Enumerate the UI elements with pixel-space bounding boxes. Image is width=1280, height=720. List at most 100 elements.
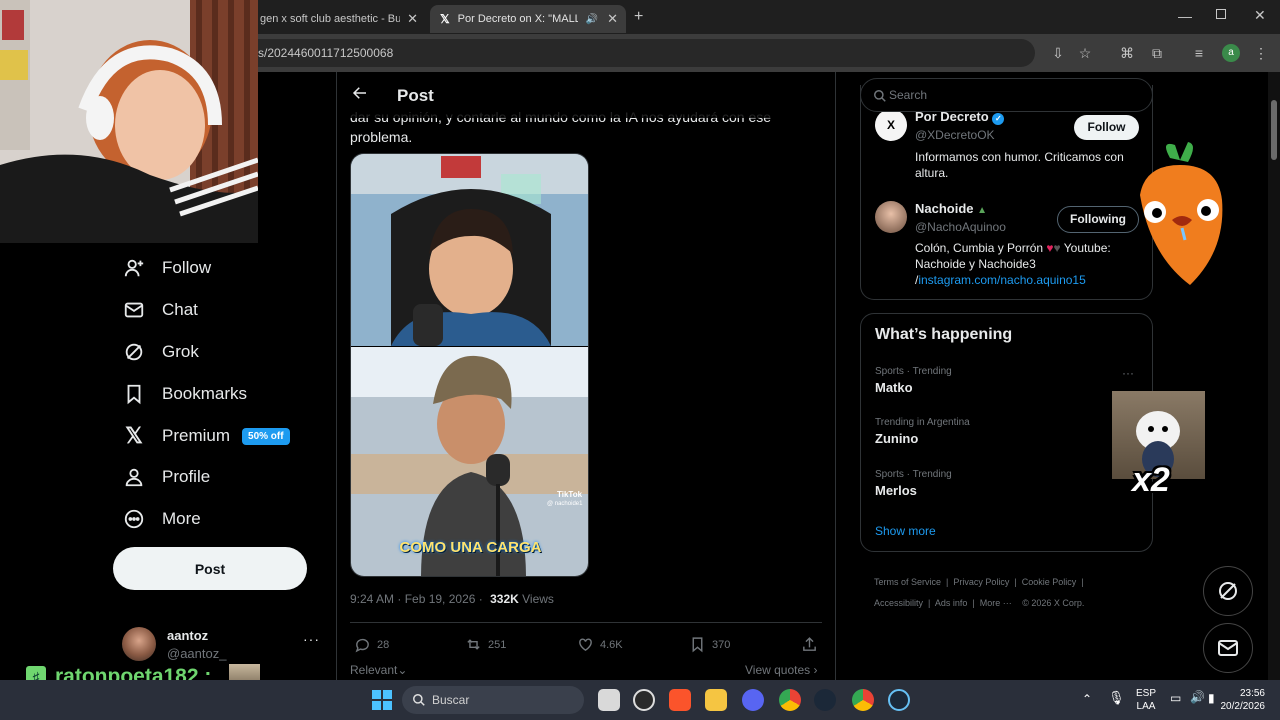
replies-sort-dropdown[interactable]: Relevant⌄ (350, 663, 407, 677)
show-more-link[interactable]: Show more (875, 524, 936, 538)
discord-icon[interactable] (742, 689, 764, 711)
file-explorer-icon[interactable] (598, 689, 620, 711)
network-icon[interactable]: ▭ (1170, 691, 1181, 705)
tab-close-icon[interactable]: ✕ (407, 11, 418, 27)
trend-item[interactable]: Sports · Trending Merlos (875, 469, 1140, 498)
start-menu-icon[interactable] (372, 690, 392, 710)
footer-separator: | (967, 598, 980, 608)
bio-text: Colón, Cumbia y Porrón (915, 241, 1044, 255)
post-video[interactable]: COMO UNA CARGA TikTok @ nachoide1 (350, 153, 589, 577)
footer-link[interactable]: Ads info (935, 598, 968, 608)
search-icon (413, 694, 425, 706)
translate-icon[interactable]: ⌘ (1118, 44, 1136, 62)
post-timestamp[interactable]: 9:24 AM · Feb 19, 2026 · (350, 592, 483, 606)
nav-profile[interactable]: Profile (122, 460, 210, 494)
view-quotes-label: View quotes (745, 663, 811, 677)
follow-button[interactable]: Follow (1074, 115, 1139, 140)
new-tab-icon[interactable]: + (634, 8, 643, 26)
footer-link[interactable]: Privacy Policy (953, 577, 1009, 587)
account-switcher[interactable]: aantoz @aantoz_ ··· (122, 625, 322, 665)
avatar (875, 201, 907, 233)
like-button[interactable]: 4.6K (577, 636, 623, 653)
minimize-icon[interactable]: — (1178, 8, 1192, 24)
trend-more-icon[interactable]: ··· (1122, 366, 1134, 380)
browser-tab-active[interactable]: 𝕏 Por Decreto on X: "MALL 🔊 ✕ (430, 5, 626, 33)
tab-close-icon[interactable]: ✕ (607, 11, 618, 27)
views-label: Views (522, 592, 554, 606)
nav-profile-label: Profile (162, 467, 211, 486)
nav-premium[interactable]: 𝕏 Premium 50% off (122, 419, 290, 453)
maximize-icon[interactable] (1216, 9, 1226, 19)
nav-bookmarks[interactable]: Bookmarks (122, 377, 247, 411)
bio-link[interactable]: instagram.com/nacho.aquino15 (918, 273, 1085, 287)
repost-count: 251 (488, 638, 507, 651)
account-more-icon[interactable]: ··· (303, 631, 320, 647)
trend-name: Merlos (875, 483, 917, 498)
bookmark-star-icon[interactable]: ☆ (1076, 44, 1094, 62)
battery-icon[interactable]: ▮ (1208, 691, 1215, 705)
trend-meta: Sports · Trending (875, 366, 952, 377)
x-favicon-icon: 𝕏 (440, 12, 450, 26)
speaker-icon[interactable]: 🔊 (586, 14, 598, 25)
page-scrollbar[interactable] (1268, 72, 1280, 680)
brave-icon[interactable] (669, 689, 691, 711)
close-window-icon[interactable]: ✕ (1254, 7, 1266, 24)
chrome-profile-icon[interactable] (779, 689, 801, 711)
footer-link[interactable]: Terms of Service (874, 577, 941, 587)
profile-avatar-icon[interactable]: a (1222, 44, 1240, 62)
taskbar-search[interactable]: Buscar (402, 686, 584, 714)
trend-item[interactable]: Trending in Argentina Zunino (875, 417, 1140, 446)
post-button[interactable]: Post (113, 547, 307, 590)
install-app-icon[interactable]: ⇩ (1049, 44, 1067, 62)
view-quotes-link[interactable]: View quotes › (745, 663, 818, 677)
clock[interactable]: 23:56 20/2/2026 (1215, 687, 1266, 713)
nav-grok[interactable]: Grok (122, 335, 199, 369)
chevron-right-icon: › (813, 663, 818, 677)
more-circle-icon (122, 507, 146, 531)
steam-icon[interactable] (814, 689, 836, 711)
search-box[interactable]: Search (860, 78, 1153, 112)
bookmark-icon (122, 382, 146, 406)
page-title: Post (397, 86, 434, 105)
sticker-multiplier-text: x2 (1132, 461, 1170, 499)
views-count: 332K (490, 592, 519, 606)
account-handle: @aantoz_ (167, 646, 227, 661)
language-indicator[interactable]: ESP LAA (1136, 687, 1156, 713)
trend-name: Matko (875, 380, 913, 395)
nav-chat[interactable]: Chat (122, 293, 198, 327)
grok-floating-button[interactable] (1203, 566, 1253, 616)
following-button[interactable]: Following (1057, 206, 1139, 233)
media-icon[interactable]: ≡ (1190, 44, 1208, 62)
x-logo-icon: 𝕏 (125, 423, 143, 448)
mail-icon (122, 298, 146, 322)
post-text-line: problema. (350, 129, 413, 145)
obs-icon[interactable] (633, 689, 655, 711)
messages-floating-button[interactable] (1203, 623, 1253, 673)
footer-link[interactable]: Cookie Policy (1022, 577, 1077, 587)
footer-separator: | (941, 577, 954, 587)
microphone-icon[interactable]: 🎙 (1108, 690, 1125, 706)
tiktok-watermark-user: @ nachoide1 (547, 501, 583, 507)
relevant-people-card: X Por Decreto ✓ @XDecretoOK Follow Infor… (860, 85, 1153, 300)
bookmark-count: 370 (712, 638, 731, 651)
back-arrow-icon[interactable] (351, 84, 369, 107)
extensions-icon[interactable]: ⧉ (1148, 44, 1166, 62)
menu-kebab-icon[interactable]: ⋮ (1252, 44, 1270, 62)
reply-button[interactable]: 28 (354, 636, 389, 653)
nav-follow[interactable]: Follow (122, 251, 211, 285)
trend-item[interactable]: Sports · Trending Matko ··· (875, 366, 1140, 395)
bookmark-button[interactable]: 370 (689, 636, 730, 653)
folder-icon[interactable] (705, 689, 727, 711)
tray-chevron-icon[interactable]: ⌃ (1082, 692, 1092, 706)
heart-black-icon: ♥ (1053, 241, 1061, 255)
chrome-icon[interactable] (852, 689, 874, 711)
webcam-overlay (0, 0, 258, 243)
share-button[interactable] (801, 636, 824, 653)
browser-tab-inactive[interactable]: gen x soft club aesthetic - Busc ✕ (250, 5, 426, 33)
steam-active-icon[interactable] (888, 689, 910, 711)
volume-icon[interactable]: 🔊 (1190, 690, 1205, 704)
footer-more-link[interactable]: More ··· (980, 598, 1012, 608)
nav-more[interactable]: More (122, 502, 201, 536)
footer-link[interactable]: Accessibility (874, 598, 923, 608)
repost-button[interactable]: 251 (465, 636, 506, 653)
